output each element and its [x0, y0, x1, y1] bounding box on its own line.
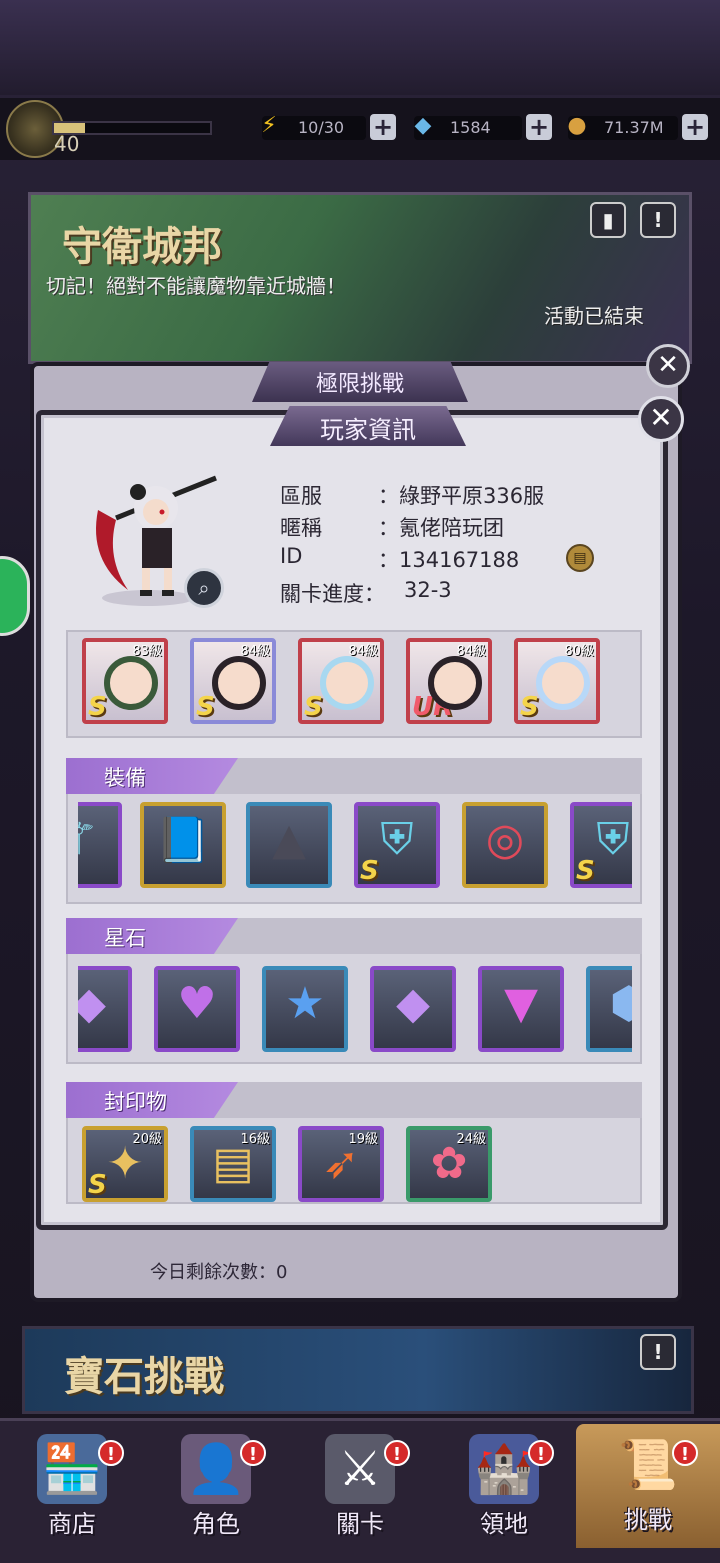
shop-alert-badge: ! — [98, 1440, 124, 1466]
player-info-title: 玩家資訊 — [320, 416, 416, 444]
equipment-slot[interactable]: ▲ — [246, 802, 332, 888]
starstone-header-tab — [66, 918, 238, 954]
diamond-icon: ◆ — [414, 113, 432, 138]
character-alert-badge: ! — [240, 1440, 266, 1466]
lightning-icon: ⚡ — [261, 113, 277, 138]
seal-slot[interactable]: ➶ 19級 — [298, 1126, 384, 1202]
hero-card[interactable]: 83級 S — [82, 638, 168, 724]
nav-territory-label: 領地 — [480, 1510, 528, 1538]
hero-card[interactable]: 80級 S — [514, 638, 600, 724]
rank-badge: S — [576, 856, 595, 886]
info-icon[interactable]: ! — [640, 202, 676, 238]
energy-value: 10/30 — [298, 118, 345, 137]
hero-card[interactable]: 84級 S — [190, 638, 276, 724]
add-gems-button[interactable]: + — [526, 114, 552, 140]
nav-challenge-label: 挑戰 — [624, 1506, 672, 1534]
rank-badge: S — [520, 692, 539, 722]
rank-badge: S — [196, 692, 215, 722]
hero-portrait — [212, 656, 266, 710]
equipment-slot[interactable]: ⛨ S — [354, 802, 440, 888]
seal-slot[interactable]: ✿ 24級 — [406, 1126, 492, 1202]
starstone-slot[interactable]: ♥ — [154, 966, 240, 1052]
extreme-challenge-title: 極限挑戰 — [315, 372, 404, 397]
id-label: ID — [280, 544, 303, 568]
starstone-header: 星石 — [104, 926, 146, 950]
ranking-icon[interactable]: ▮ — [590, 202, 626, 238]
hero-card[interactable]: 84級 S — [298, 638, 384, 724]
crossed-swords-icon: ⚔ — [325, 1434, 395, 1504]
event-subtitle: 切記！絕對不能讓魔物靠近城牆！ — [46, 274, 346, 298]
scroll-icon: 📜 — [618, 1437, 678, 1493]
spellbook-icon: 📘 — [155, 815, 211, 866]
equipment-header-tab — [66, 758, 238, 794]
nickname-value: ：氪佬陪玩团 — [378, 516, 504, 540]
nav-stage-label: 關卡 — [336, 1510, 384, 1538]
server-value: ：綠野平原336服 — [378, 484, 545, 508]
gem-info-icon[interactable]: ! — [640, 1334, 676, 1370]
dialog-close-icon[interactable]: ✕ — [638, 396, 684, 442]
starstone-slot[interactable]: ◆ — [370, 966, 456, 1052]
hero-portrait — [104, 656, 158, 710]
gem-challenge-title: 寶石挑戰 — [64, 1353, 224, 1400]
starstone-slot[interactable]: ★ — [262, 966, 348, 1052]
server-label: 區服 — [280, 484, 322, 508]
ring-icon: ◎ — [485, 814, 525, 865]
rank-badge: S — [88, 1170, 107, 1200]
player-level: 40 — [54, 132, 80, 156]
background-top — [0, 0, 720, 95]
gold-value: 71.37M — [604, 118, 664, 137]
event-status: 活動已結束 — [544, 304, 644, 328]
hero-portrait — [536, 656, 590, 710]
triangle-gem-icon: ▼ — [504, 978, 538, 1029]
nickname-label: 暱稱 — [280, 516, 322, 540]
character-icon: 👤 — [181, 1434, 251, 1504]
equipment-slot[interactable]: 📘 — [140, 802, 226, 888]
seal-header: 封印物 — [104, 1090, 167, 1114]
hero-portrait — [428, 656, 482, 710]
stage-alert-badge: ! — [384, 1440, 410, 1466]
add-gold-button[interactable]: + — [682, 114, 708, 140]
level-tag: 19級 — [348, 1132, 378, 1147]
close-icon[interactable]: ✕ — [646, 344, 690, 388]
nav-character-label: 角色 — [192, 1510, 240, 1538]
copy-id-icon[interactable]: ▤ — [566, 544, 594, 572]
rank-badge: S — [304, 692, 323, 722]
remaining-attempts: 今日剩餘次數：0 — [150, 1262, 288, 1283]
seal-slot[interactable]: ✦ 20級 S — [82, 1126, 168, 1202]
star-gem-icon: ★ — [285, 978, 325, 1029]
rank-badge: S — [88, 692, 107, 722]
crystal-icon: ◆ — [396, 978, 430, 1029]
territory-alert-badge: ! — [528, 1440, 554, 1466]
level-tag: 24級 — [456, 1132, 486, 1147]
hero-card[interactable]: 84級 UR — [406, 638, 492, 724]
level-tag: 20級 — [132, 1132, 162, 1147]
equipment-slot[interactable]: ◎ — [462, 802, 548, 888]
coin-icon: ● — [567, 113, 587, 138]
nav-challenge[interactable]: 📜 挑戰 — [576, 1424, 720, 1548]
event-title: 守衛城邦 — [62, 223, 222, 270]
id-value: ：134167188 — [378, 548, 520, 572]
progress-label: 關卡進度： — [280, 582, 385, 606]
challenge-alert-badge: ! — [672, 1440, 698, 1466]
level-tag: 16級 — [240, 1132, 270, 1147]
seal-slot[interactable]: ▤ 16級 — [190, 1126, 276, 1202]
equipment-header: 裝備 — [104, 766, 146, 790]
heart-gem-icon: ♥ — [177, 978, 217, 1029]
gem-value: 1584 — [450, 118, 491, 137]
zoom-avatar-icon[interactable]: ⌕ — [184, 568, 224, 608]
castle-icon: 🏰 — [469, 1434, 539, 1504]
nav-shop-label: 商店 — [48, 1510, 96, 1538]
add-energy-button[interactable]: + — [370, 114, 396, 140]
starstone-slot[interactable]: ▼ — [478, 966, 564, 1052]
progress-value: 32-3 — [404, 578, 452, 602]
hero-portrait — [320, 656, 374, 710]
witch-hat-icon: ▲ — [272, 814, 306, 865]
rank-badge: S — [360, 856, 379, 886]
shop-icon: 🏪 — [37, 1434, 107, 1504]
